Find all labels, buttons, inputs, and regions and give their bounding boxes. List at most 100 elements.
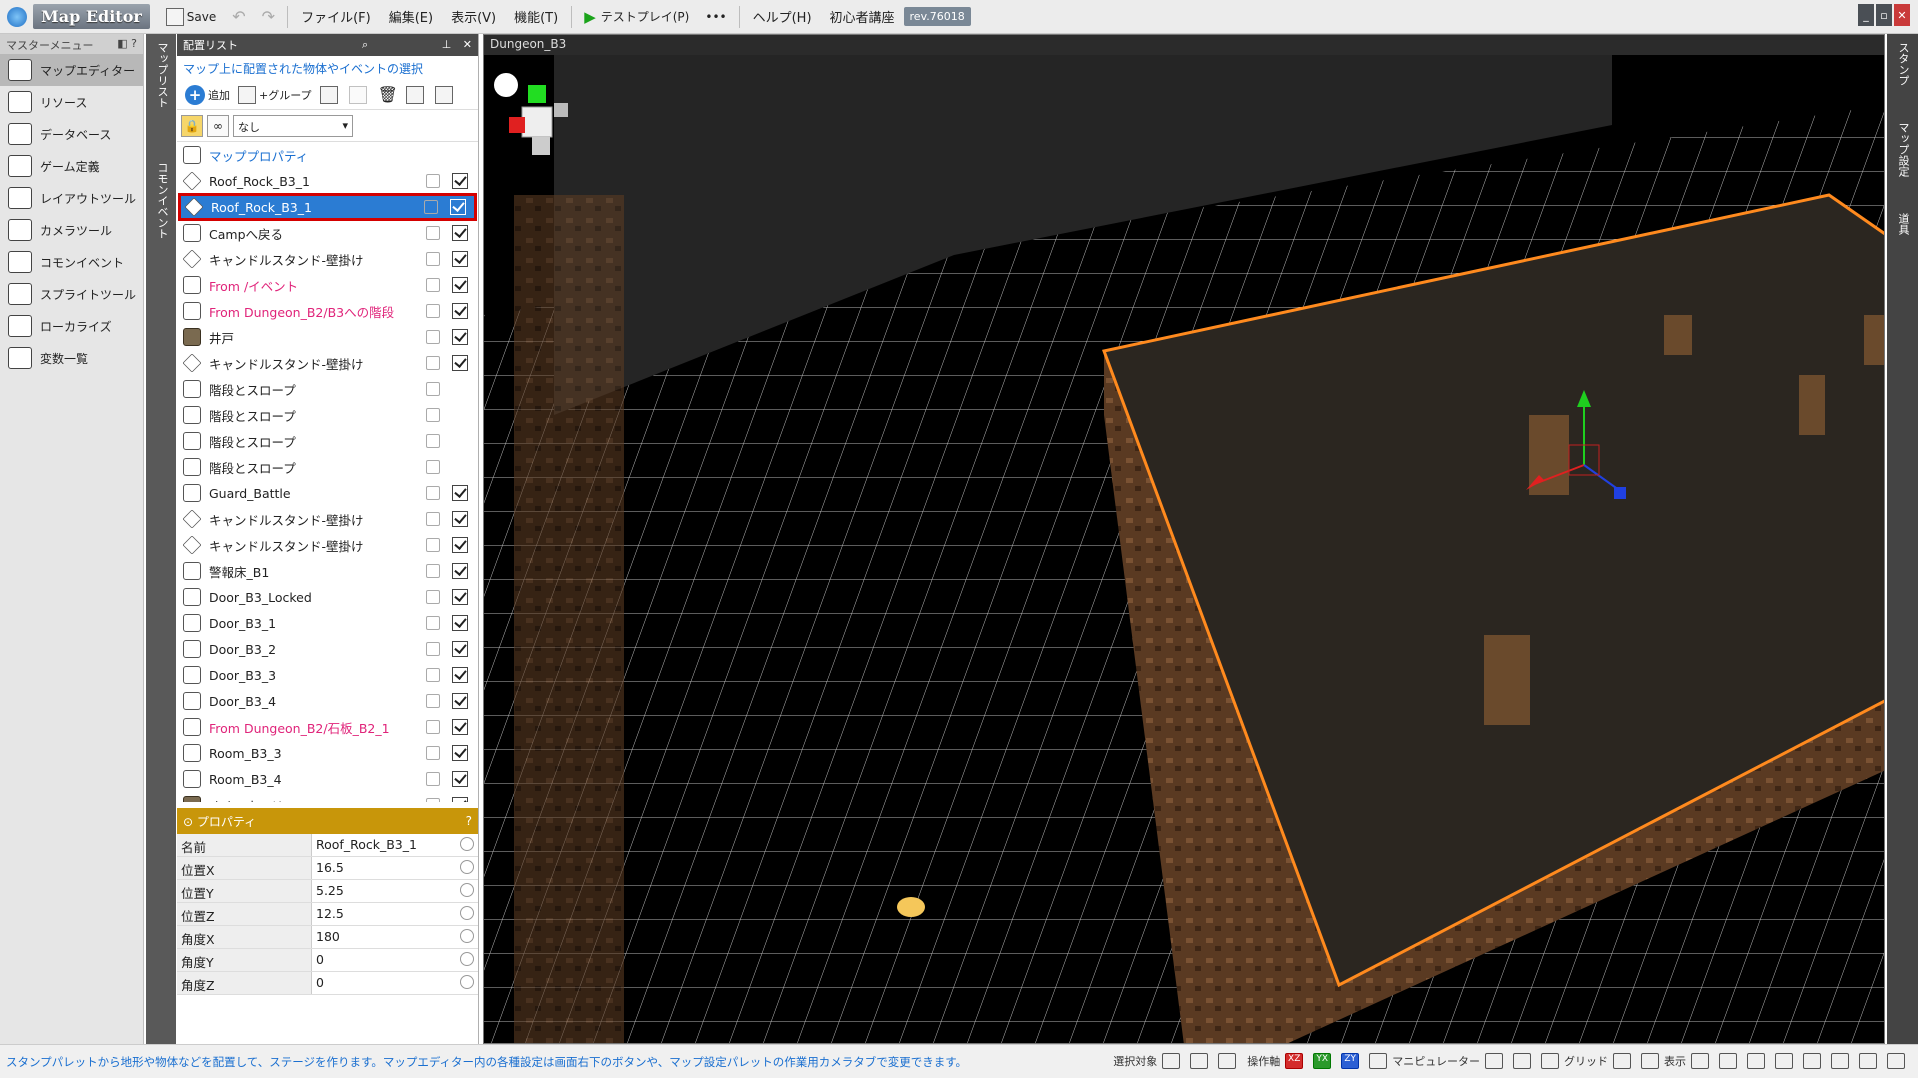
menu-view[interactable]: 表示(V) xyxy=(444,4,503,30)
lock-filter-icon[interactable]: 🔒 xyxy=(181,114,203,137)
master-menu-item-4[interactable]: レイアウトツール xyxy=(0,182,143,214)
tab-common-event[interactable]: コモンイベント xyxy=(146,154,178,274)
open-folder-button[interactable] xyxy=(431,83,460,107)
add-button[interactable]: + 追加 xyxy=(181,83,234,107)
more-button[interactable]: ••• xyxy=(699,4,732,30)
visibility-checkbox[interactable] xyxy=(452,433,468,449)
redo-button[interactable]: ↷ xyxy=(256,4,281,30)
properties-header[interactable]: ⊙ プロパティ ? xyxy=(177,808,478,834)
list-item[interactable]: 階段とスロープ xyxy=(177,376,478,402)
list-item[interactable]: 警報床_B1 xyxy=(177,558,478,584)
visibility-checkbox[interactable] xyxy=(452,251,468,267)
list-item[interactable]: Guard_Battle xyxy=(177,480,478,506)
list-item[interactable]: From Dungeon_B2/石板_B2_1 xyxy=(177,714,478,740)
display-layer-icon[interactable] xyxy=(1691,1053,1709,1069)
folder-button[interactable] xyxy=(402,83,431,107)
lock-icon[interactable] xyxy=(426,226,440,240)
lock-icon[interactable] xyxy=(426,174,440,188)
lock-icon[interactable] xyxy=(426,746,440,760)
visibility-checkbox[interactable] xyxy=(452,537,468,553)
link-filter-icon[interactable]: ∞ xyxy=(207,114,229,137)
axis-zy-button[interactable]: ZY xyxy=(1341,1053,1360,1069)
search-icon[interactable]: ⌕ xyxy=(362,38,368,51)
list-item[interactable]: キャンドルスタンド-壁掛け xyxy=(177,532,478,558)
visibility-checkbox[interactable] xyxy=(450,199,466,215)
visibility-checkbox[interactable] xyxy=(452,355,468,371)
lock-icon[interactable] xyxy=(426,330,440,344)
visibility-checkbox[interactable] xyxy=(452,771,468,787)
axis-yx-button[interactable]: YX xyxy=(1313,1053,1332,1069)
display-object-icon[interactable] xyxy=(1719,1053,1737,1069)
list-item[interactable]: Roof_Rock_B3_1 xyxy=(177,168,478,194)
list-item[interactable]: Room_B3_3 xyxy=(177,740,478,766)
master-menu-item-5[interactable]: カメラツール xyxy=(0,214,143,246)
list-item[interactable]: Door_B3_Locked xyxy=(177,584,478,610)
list-item[interactable]: オオコウモリ xyxy=(177,792,478,802)
master-menu-item-8[interactable]: ローカライズ xyxy=(0,310,143,342)
property-reset-icon[interactable] xyxy=(460,883,474,897)
list-item[interactable]: 階段とスロープ xyxy=(177,454,478,480)
visibility-checkbox[interactable] xyxy=(452,381,468,397)
lock-icon[interactable] xyxy=(426,616,440,630)
select-grid-icon[interactable] xyxy=(1162,1053,1181,1069)
list-item[interactable]: キャンドルスタンド-壁掛け xyxy=(177,506,478,532)
master-menu-item-3[interactable]: ゲーム定義 xyxy=(0,150,143,182)
list-item[interactable]: Door_B3_2 xyxy=(177,636,478,662)
lock-icon[interactable] xyxy=(426,538,440,552)
list-item[interactable]: 井戸 xyxy=(177,324,478,350)
visibility-checkbox[interactable] xyxy=(452,745,468,761)
lock-icon[interactable] xyxy=(426,408,440,422)
filter-select[interactable]: なし ▾ xyxy=(233,114,353,137)
add-group-button[interactable]: +グループ xyxy=(234,83,316,107)
property-value-field[interactable]: 12.5 xyxy=(312,903,478,925)
property-value-field[interactable]: 180 xyxy=(312,926,478,948)
lock-icon[interactable] xyxy=(426,304,440,318)
list-item[interactable]: From /イベント xyxy=(177,272,478,298)
property-value-field[interactable]: 0 xyxy=(312,972,478,994)
lock-icon[interactable] xyxy=(426,434,440,448)
visibility-checkbox[interactable] xyxy=(452,173,468,189)
lock-icon[interactable] xyxy=(426,278,440,292)
collapse-icon[interactable]: ◧ ? xyxy=(117,37,137,51)
visibility-checkbox[interactable] xyxy=(452,667,468,683)
list-item[interactable]: 階段とスロープ xyxy=(177,402,478,428)
visibility-checkbox[interactable] xyxy=(452,719,468,735)
master-menu-item-9[interactable]: 変数一覧 xyxy=(0,342,143,374)
list-item[interactable]: キャンドルスタンド-壁掛け xyxy=(177,350,478,376)
list-item[interactable]: Room_B3_4 xyxy=(177,766,478,792)
list-item[interactable]: From Dungeon_B2/B3への階段 xyxy=(177,298,478,324)
master-menu-item-2[interactable]: データベース xyxy=(0,118,143,150)
lock-icon[interactable] xyxy=(424,200,438,214)
visibility-checkbox[interactable] xyxy=(452,615,468,631)
testplay-button[interactable]: ▶ テストプレイ(P) xyxy=(578,4,695,30)
close-panel-icon[interactable]: ✕ xyxy=(463,38,472,51)
visibility-checkbox[interactable] xyxy=(452,485,468,501)
display-settings-icon[interactable] xyxy=(1887,1053,1905,1069)
visibility-checkbox[interactable] xyxy=(452,693,468,709)
lock-icon[interactable] xyxy=(426,252,440,266)
lock-icon[interactable] xyxy=(426,720,440,734)
list-item[interactable]: キャンドルスタンド-壁掛け xyxy=(177,246,478,272)
viewport-menu-icon[interactable] xyxy=(494,73,518,97)
visibility-checkbox[interactable] xyxy=(452,407,468,423)
copy-button[interactable] xyxy=(316,83,345,107)
menu-function[interactable]: 機能(T) xyxy=(507,4,565,30)
list-item[interactable]: Campへ戻る xyxy=(177,220,478,246)
lock-icon[interactable] xyxy=(426,694,440,708)
help-icon[interactable]: ? xyxy=(466,814,472,828)
property-value-field[interactable]: 0 xyxy=(312,949,478,971)
list-item[interactable]: Door_B3_1 xyxy=(177,610,478,636)
lock-icon[interactable] xyxy=(426,642,440,656)
visibility-checkbox[interactable] xyxy=(452,563,468,579)
manipulator-icon[interactable] xyxy=(1369,1053,1388,1069)
grid-size-icon[interactable] xyxy=(1641,1053,1659,1069)
property-reset-icon[interactable] xyxy=(460,952,474,966)
visibility-checkbox[interactable] xyxy=(452,277,468,293)
scale-gizmo-icon[interactable] xyxy=(1541,1053,1559,1069)
list-item[interactable]: マッププロパティ xyxy=(177,142,478,168)
lock-icon[interactable] xyxy=(426,564,440,578)
lock-icon[interactable] xyxy=(426,668,440,682)
tab-tools[interactable]: 道具 xyxy=(1887,205,1918,243)
paste-button[interactable] xyxy=(345,83,374,107)
map-viewport[interactable]: Dungeon_B3 xyxy=(483,34,1885,1044)
